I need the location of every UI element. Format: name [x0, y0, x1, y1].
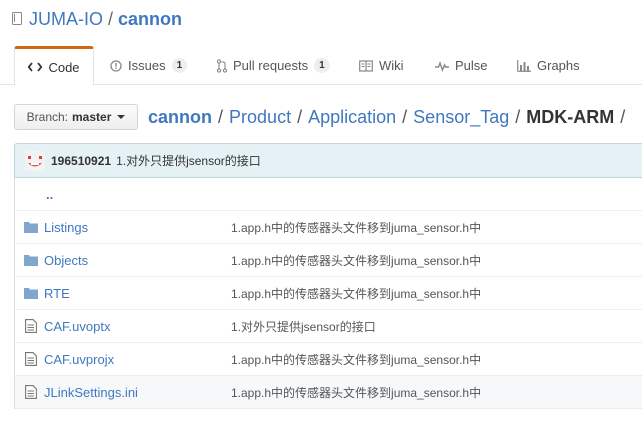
file-commit-message-link[interactable]: 1.app.h中的传感器头文件移到juma_sensor.h中 — [231, 384, 481, 401]
branch-name: master — [72, 110, 112, 124]
list-item[interactable]: RTE 1.app.h中的传感器头文件移到juma_sensor.h中 — [15, 277, 642, 310]
file-name-link[interactable]: RTE — [44, 286, 70, 301]
tab-code-label: Code — [48, 59, 80, 75]
file-text-icon — [25, 352, 37, 366]
breadcrumb: cannon / Product / Application / Sensor_… — [148, 105, 631, 129]
list-item[interactable]: CAF.uvprojx 1.app.h中的传感器头文件移到juma_sensor… — [15, 343, 642, 376]
list-item[interactable]: JLinkSettings.ini 1.app.h中的传感器头文件移到juma_… — [15, 376, 642, 409]
repo-icon — [12, 12, 22, 25]
file-text-icon — [25, 385, 37, 399]
branch-prefix: Branch: — [26, 110, 68, 124]
file-commit-message-link[interactable]: 1.对外只提供jsensor的接口 — [231, 318, 376, 335]
repo-header: JUMA-IO / cannon — [12, 8, 182, 30]
graph-icon — [517, 59, 531, 72]
tab-issues[interactable]: Issues 1 — [110, 46, 188, 85]
file-commit-message-link[interactable]: 1.app.h中的传感器头文件移到juma_sensor.h中 — [231, 285, 481, 302]
pulse-icon — [435, 60, 449, 72]
parent-dir-row[interactable]: .. — [15, 178, 642, 211]
branch-select-button[interactable]: Branch: master — [14, 104, 138, 130]
list-item[interactable]: Listings 1.app.h中的传感器头文件移到juma_sensor.h中 — [15, 211, 642, 244]
file-name-link[interactable]: JLinkSettings.ini — [44, 385, 138, 400]
commit-message-link[interactable]: 1.对外只提供jsensor的接口 — [116, 152, 261, 169]
repo-owner-link[interactable]: JUMA-IO — [29, 9, 103, 30]
folder-icon — [24, 222, 38, 233]
parent-dir-link[interactable]: .. — [46, 187, 53, 202]
breadcrumb-separator: / — [515, 106, 521, 127]
code-icon — [28, 62, 43, 72]
avatar[interactable] — [25, 150, 45, 171]
commit-author-link[interactable]: 196510921 — [51, 154, 111, 168]
file-commit-message-link[interactable]: 1.app.h中的传感器头文件移到juma_sensor.h中 — [231, 252, 481, 269]
repo-nav-tabs: Code Issues 1 Pull requests 1 Wiki Pulse… — [0, 46, 642, 86]
breadcrumb-product-link[interactable]: Product — [229, 107, 291, 128]
list-item[interactable]: CAF.uvoptx 1.对外只提供jsensor的接口 — [15, 310, 642, 343]
breadcrumb-root-link[interactable]: cannon — [148, 107, 212, 128]
breadcrumb-sensor-tag-link[interactable]: Sensor_Tag — [413, 107, 509, 128]
tab-graphs-label: Graphs — [537, 58, 580, 73]
caret-down-icon — [117, 115, 126, 119]
tab-code[interactable]: Code — [14, 46, 94, 86]
folder-icon — [24, 288, 38, 299]
file-text-icon — [25, 319, 37, 333]
tab-pulse[interactable]: Pulse — [435, 46, 488, 85]
file-commit-message-link[interactable]: 1.app.h中的传感器头文件移到juma_sensor.h中 — [231, 351, 481, 368]
breadcrumb-application-link[interactable]: Application — [308, 107, 396, 128]
book-icon — [359, 59, 373, 72]
pull-request-icon — [217, 58, 227, 73]
breadcrumb-separator: / — [297, 106, 303, 127]
breadcrumb-separator: / — [402, 106, 408, 127]
list-item[interactable]: Objects 1.app.h中的传感器头文件移到juma_sensor.h中 — [15, 244, 642, 277]
pull-requests-count-badge: 1 — [314, 58, 330, 73]
tab-issues-label: Issues — [128, 58, 166, 73]
breadcrumb-separator: / — [218, 106, 224, 127]
tab-graphs[interactable]: Graphs — [517, 46, 580, 85]
file-name-link[interactable]: CAF.uvprojx — [44, 352, 114, 367]
issues-count-badge: 1 — [171, 58, 188, 73]
tab-pull-requests[interactable]: Pull requests 1 — [217, 46, 330, 85]
file-list: .. Listings 1.app.h中的传感器头文件移到juma_sensor… — [14, 178, 642, 409]
breadcrumb-trailing-separator: / — [620, 106, 626, 127]
repo-name-link[interactable]: cannon — [118, 9, 182, 30]
repo-path-separator: / — [108, 8, 114, 29]
folder-icon — [24, 255, 38, 266]
file-name-link[interactable]: Listings — [44, 220, 88, 235]
issue-icon — [110, 59, 122, 72]
breadcrumb-current-dir: MDK-ARM — [526, 106, 615, 127]
tab-pull-requests-label: Pull requests — [233, 58, 309, 73]
tab-wiki[interactable]: Wiki — [359, 46, 404, 85]
tab-pulse-label: Pulse — [455, 58, 488, 73]
file-name-link[interactable]: Objects — [44, 253, 88, 268]
file-name-link[interactable]: CAF.uvoptx — [44, 319, 110, 334]
file-commit-message-link[interactable]: 1.app.h中的传感器头文件移到juma_sensor.h中 — [231, 219, 481, 236]
tab-wiki-label: Wiki — [379, 58, 404, 73]
latest-commit-bar: 196510921 1.对外只提供jsensor的接口 — [14, 143, 642, 178]
